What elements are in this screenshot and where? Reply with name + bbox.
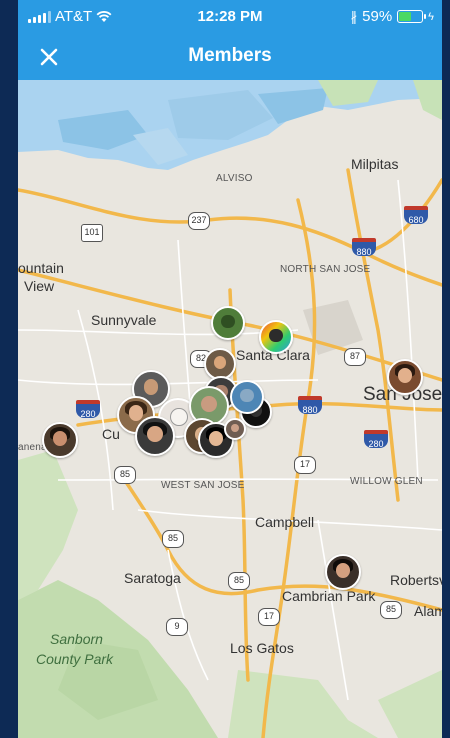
route-85-shield-d: 85 [380, 601, 402, 619]
member-avatar[interactable] [230, 380, 264, 414]
route-9-shield: 9 [166, 618, 188, 636]
place-cambrian-park: Cambrian Park [282, 588, 376, 604]
route-880-shield-top: 880 [352, 238, 376, 257]
member-avatar[interactable] [387, 359, 423, 395]
place-alma: Alam [414, 603, 442, 619]
battery-icon [397, 10, 427, 23]
place-robertsville: Robertsvi [390, 572, 442, 588]
app-screen: AT&T 12:28 PM ∦ 59% ϟ Members ALVISO Mil… [18, 0, 442, 738]
place-alviso: ALVISO [216, 173, 253, 184]
place-north-san-jose: NORTH SAN JOSE [280, 264, 371, 275]
place-sunnyvale: Sunnyvale [91, 312, 157, 328]
place-west-san-jose: WEST SAN JOSE [161, 480, 245, 491]
member-avatar[interactable] [224, 418, 246, 440]
member-avatar[interactable] [42, 422, 78, 458]
route-880-shield-mid: 880 [298, 396, 322, 415]
route-85-shield-a: 85 [114, 466, 136, 484]
place-milpitas: Milpitas [351, 156, 399, 172]
route-17-shield-b: 17 [258, 608, 280, 626]
route-85-shield-b: 85 [162, 530, 184, 548]
route-87-shield: 87 [344, 348, 366, 366]
place-campbell: Campbell [255, 514, 315, 530]
charging-icon: ϟ [428, 10, 434, 23]
member-avatar[interactable] [135, 416, 175, 456]
route-280-shield-right: 280 [364, 430, 388, 449]
battery-percent: 59% [362, 8, 393, 25]
place-mountain-view-2: View [24, 278, 55, 294]
member-avatar[interactable] [325, 554, 361, 590]
route-237-shield: 237 [188, 212, 210, 230]
bluetooth-icon: ∦ [350, 8, 358, 24]
place-sanborn-1: Sanborn [50, 631, 103, 647]
page-title: Members [188, 45, 272, 66]
place-mountain-view-1: ountain [18, 260, 64, 276]
place-willow-glen: WILLOW GLEN [350, 476, 423, 487]
route-101-shield: 101 [81, 224, 103, 242]
place-los-gatos: Los Gatos [230, 640, 294, 656]
route-680-shield: 680 [404, 206, 428, 225]
member-avatar[interactable] [211, 306, 245, 340]
member-avatar[interactable] [259, 320, 293, 354]
route-85-shield-c: 85 [228, 572, 250, 590]
place-saratoga: Saratoga [124, 570, 181, 586]
status-bar: AT&T 12:28 PM ∦ 59% ϟ [18, 0, 442, 34]
place-sanborn-2: County Park [36, 651, 114, 667]
nav-header: Members [18, 34, 442, 80]
map-view[interactable]: ALVISO Milpitas ountain View NORTH SAN J… [18, 80, 442, 738]
route-280-shield-left: 280 [76, 400, 100, 419]
route-17-shield: 17 [294, 456, 316, 474]
place-cupertino: Cu [102, 426, 120, 442]
